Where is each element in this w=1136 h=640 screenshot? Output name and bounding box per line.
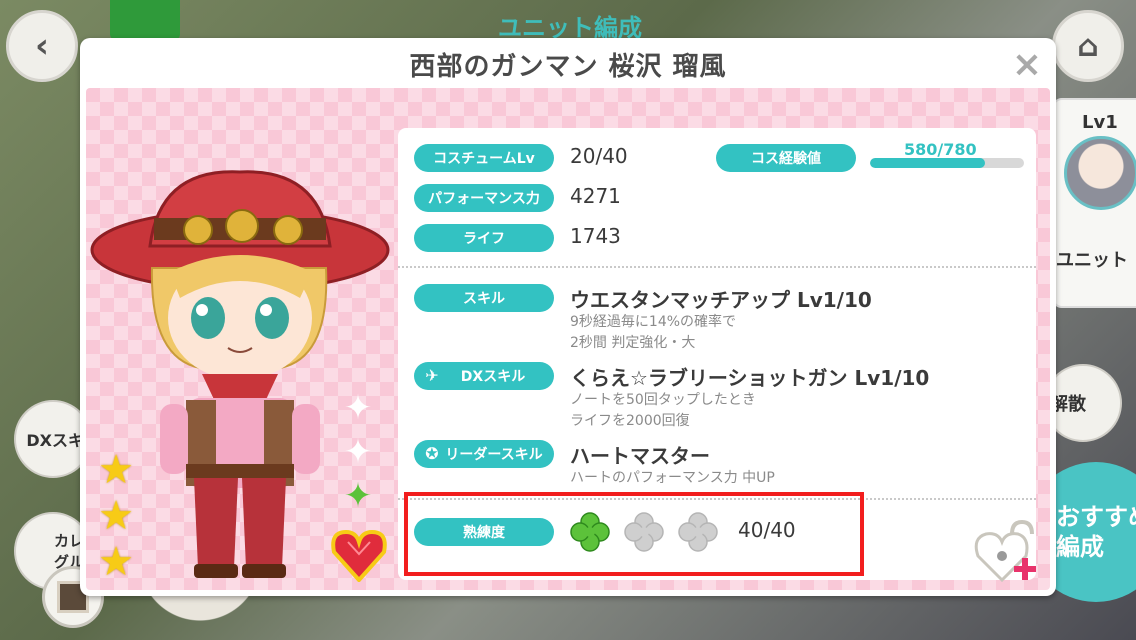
cos-exp-bar <box>870 158 1024 168</box>
sparkle-icon: ✦ <box>343 388 373 428</box>
unit-avatar <box>1064 136 1136 210</box>
wing-icon: ✈ <box>425 366 439 385</box>
modal-title: 西部のガンマン 桜沢 瑠風 <box>409 52 727 82</box>
medal-icon: ✪ <box>425 444 439 463</box>
costume-lv-label: コスチュームLv <box>414 144 554 172</box>
skill-label: スキル <box>414 284 554 312</box>
dx-skill-label: ✈ DXスキル <box>414 362 554 390</box>
dx-skill-side-label: DXスキ <box>26 431 84 450</box>
dx-skill-label-text: DXスキル <box>460 369 526 385</box>
back-button[interactable]: ‹ <box>6 10 78 82</box>
dx-skill-name: くらえ☆ラブリーショットガン Lv1/10 <box>570 366 930 390</box>
close-button[interactable]: × <box>1010 47 1044 83</box>
unit-card[interactable]: Lv1 ユニット <box>1052 98 1136 308</box>
costume-lv-value: 20/40 <box>570 144 628 168</box>
recommend-label: おすすめ 編成 <box>1056 503 1136 561</box>
leader-skill-label-text: リーダースキル <box>445 447 543 463</box>
skill-desc-1: 9秒経過毎に14%の確率で <box>570 314 737 330</box>
sparkle-icon: ✦ <box>343 476 373 516</box>
dx-skill-desc-1: ノートを50回タップしたとき <box>570 392 756 408</box>
proficiency-highlight-box <box>404 492 864 576</box>
rarity-star-icon: ★ <box>98 539 134 585</box>
sparkle-column: ✦ ✦ ✦ <box>340 390 380 522</box>
rarity-stars: ★ ★ ★ <box>96 450 140 588</box>
cos-exp-fill <box>870 158 985 168</box>
skill-name: ウエスタンマッチアップ Lv1/10 <box>570 288 872 312</box>
close-icon: × <box>1011 44 1043 85</box>
unit-label: ユニット <box>1056 250 1128 271</box>
dx-skill-desc-2: ライフを2000回復 <box>570 413 690 429</box>
lock-heart-button[interactable] <box>972 520 1044 584</box>
home-button[interactable]: ⌂ <box>1052 10 1124 82</box>
leader-skill-desc: ハートのパフォーマンス力 中UP <box>570 470 775 486</box>
sparkle-icon: ✦ <box>343 432 373 472</box>
green-tab <box>110 0 180 40</box>
cos-exp-label: コス経験値 <box>716 144 856 172</box>
home-icon: ⌂ <box>1077 28 1099 64</box>
leader-skill-name: ハートマスター <box>570 444 710 468</box>
unit-level: Lv1 <box>1082 112 1118 133</box>
chevron-left-icon: ‹ <box>34 26 49 66</box>
cos-exp-value: 580/780 <box>904 140 977 159</box>
performance-value: 4271 <box>570 184 621 208</box>
divider <box>398 266 1036 268</box>
heart-gem-icon <box>331 529 387 582</box>
rarity-star-icon: ★ <box>98 447 134 493</box>
life-value: 1743 <box>570 224 621 248</box>
skill-desc-2: 2秒間 判定強化・大 <box>570 335 696 351</box>
rarity-star-icon: ★ <box>98 493 134 539</box>
life-label: ライフ <box>414 224 554 252</box>
performance-label: パフォーマンス力 <box>414 184 554 212</box>
leader-skill-label: ✪ リーダースキル <box>414 440 554 468</box>
